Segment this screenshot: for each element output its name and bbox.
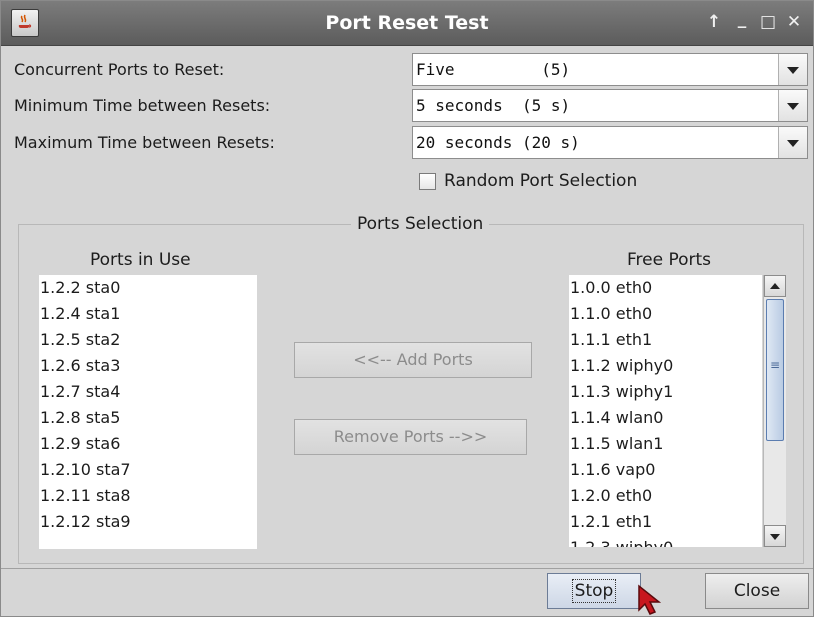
maximize-icon[interactable]: □ [758, 12, 778, 32]
free-ports-item[interactable]: 1.1.3 wiphy1 [569, 379, 762, 405]
pin-icon[interactable]: ↑ [704, 12, 724, 32]
remove-ports-button[interactable]: Remove Ports -->> [294, 419, 527, 455]
max-time-label: Maximum Time between Resets: [14, 133, 275, 152]
min-time-value: 5 seconds (5 s) [416, 96, 571, 115]
stop-button[interactable]: Stop [547, 573, 641, 609]
min-time-label: Minimum Time between Resets: [14, 96, 271, 115]
free-ports-header: Free Ports [627, 250, 712, 270]
ports-selection-title: Ports Selection [351, 212, 490, 236]
title-bar[interactable]: Port Reset Test ↑ _ □ ✕ [1, 1, 813, 46]
free-ports-item[interactable]: 1.1.0 eth0 [569, 301, 762, 327]
free-ports-item[interactable]: 1.0.0 eth0 [569, 275, 762, 301]
minimize-icon[interactable]: _ [732, 9, 752, 29]
scroll-up-icon[interactable] [764, 275, 786, 297]
scroll-thumb[interactable] [766, 299, 784, 441]
random-port-label[interactable]: Random Port Selection [444, 170, 637, 192]
stop-button-label: Stop [571, 579, 617, 603]
ports-in-use-item[interactable]: 1.2.6 sta3 [39, 353, 257, 379]
free-ports-item[interactable]: 1.1.1 eth1 [569, 327, 762, 353]
close-icon[interactable]: ✕ [784, 12, 804, 32]
ports-in-use-item[interactable]: 1.2.4 sta1 [39, 301, 257, 327]
ports-in-use-item[interactable]: 1.2.11 sta8 [39, 483, 257, 509]
free-ports-item[interactable]: 1.2.0 eth0 [569, 483, 762, 509]
ports-in-use-item[interactable]: 1.2.10 sta7 [39, 457, 257, 483]
ports-in-use-item[interactable]: 1.2.7 sta4 [39, 379, 257, 405]
concurrent-ports-select[interactable]: Five (5) [412, 53, 808, 86]
min-time-select[interactable]: 5 seconds (5 s) [412, 89, 808, 122]
ports-in-use-item[interactable]: 1.2.12 sta9 [39, 509, 257, 535]
close-button[interactable]: Close [705, 573, 809, 609]
free-ports-item[interactable]: 1.1.2 wiphy0 [569, 353, 762, 379]
ports-selection-group: Ports Selection Ports in Use Free Ports … [18, 212, 804, 564]
ports-in-use-item[interactable]: 1.2.8 sta5 [39, 405, 257, 431]
ports-in-use-list[interactable]: 1.2.2 sta0 1.2.4 sta1 1.2.5 sta2 1.2.6 sta3… [39, 275, 257, 549]
concurrent-ports-value: Five (5) [416, 60, 571, 79]
free-ports-item[interactable]: 1.1.5 wlan1 [569, 431, 762, 457]
max-time-select[interactable]: 20 seconds (20 s) [412, 126, 808, 159]
ports-in-use-item[interactable]: 1.2.9 sta6 [39, 431, 257, 457]
chevron-down-icon[interactable] [778, 90, 807, 121]
window-title: Port Reset Test [325, 12, 489, 34]
ports-in-use-item[interactable]: 1.2.2 sta0 [39, 275, 257, 301]
ports-in-use-header: Ports in Use [90, 250, 191, 270]
chevron-down-icon[interactable] [778, 54, 807, 85]
scroll-down-icon[interactable] [764, 525, 786, 547]
random-port-checkbox[interactable] [419, 173, 436, 190]
free-ports-scrollbar[interactable] [763, 275, 786, 547]
port-reset-test-window: Port Reset Test ↑ _ □ ✕ Concurrent Ports… [0, 0, 814, 617]
footer-divider [1, 568, 813, 569]
concurrent-ports-label: Concurrent Ports to Reset: [14, 60, 225, 79]
ports-in-use-item[interactable]: 1.2.5 sta2 [39, 327, 257, 353]
free-ports-item[interactable]: 1.2.3 wiphy0 [569, 535, 762, 547]
mouse-pointer-icon [638, 584, 662, 615]
free-ports-item[interactable]: 1.1.4 wlan0 [569, 405, 762, 431]
free-ports-item[interactable]: 1.2.1 eth1 [569, 509, 762, 535]
free-ports-list[interactable]: 1.0.0 eth0 1.1.0 eth0 1.1.1 eth1 1.1.2 wiph… [569, 275, 762, 547]
chevron-down-icon[interactable] [778, 127, 807, 158]
add-ports-button[interactable]: <<-- Add Ports [294, 342, 532, 378]
free-ports-item[interactable]: 1.1.6 vap0 [569, 457, 762, 483]
max-time-value: 20 seconds (20 s) [416, 133, 580, 152]
